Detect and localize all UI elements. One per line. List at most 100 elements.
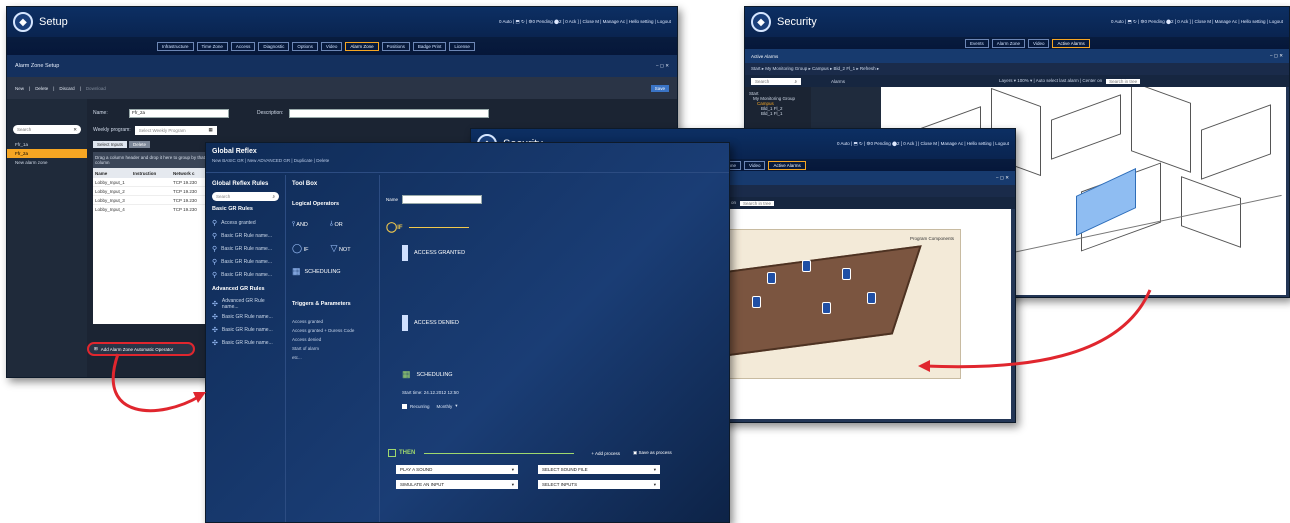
- nav-license[interactable]: License: [449, 41, 475, 51]
- rules-search-input[interactable]: Search ⌕: [212, 192, 279, 201]
- weekly-program-select[interactable]: Select Weekly Program ▦: [134, 125, 217, 135]
- tab-delete[interactable]: Delete: [129, 141, 151, 148]
- rule-item[interactable]: ✣ Basic GR Rule name...: [212, 310, 279, 323]
- nav-diagnostic[interactable]: Diagnostic: [258, 41, 290, 51]
- recurring-option[interactable]: Recurring Monthly ▾: [402, 403, 725, 409]
- setup-status-bar[interactable]: 0 Auto | ⬒ ↻ | ⚙0 Pending ⬤2 [ 0 Ack ] |…: [499, 7, 671, 37]
- name-field[interactable]: Ffr_2a: [129, 108, 229, 118]
- window-controls-icon[interactable]: – ▢ ✕: [1270, 53, 1283, 59]
- list-item[interactable]: Ffr_1a: [7, 140, 87, 149]
- trigger-item[interactable]: Access granted + Duress Code: [292, 326, 373, 335]
- key-icon: ⚲: [212, 258, 218, 266]
- action-select[interactable]: SIMULATE AN INPUT ▾: [396, 480, 518, 489]
- nav-video[interactable]: Video: [1028, 38, 1050, 48]
- nav-video[interactable]: Video: [744, 160, 766, 170]
- rule-name-field[interactable]: [402, 195, 483, 204]
- not-operator[interactable]: ▽ NOT: [331, 243, 351, 254]
- camera-marker-icon[interactable]: [822, 302, 831, 314]
- col-name[interactable]: Name: [93, 171, 133, 176]
- camera-marker-icon[interactable]: [802, 260, 811, 272]
- access-denied-block[interactable]: ACCESS DENIED: [402, 315, 725, 331]
- rule-item[interactable]: ⚲ Basic GR Rule name...: [212, 255, 279, 268]
- find-input[interactable]: Search in tree: [1106, 78, 1141, 84]
- door-marker-icon[interactable]: [867, 292, 876, 304]
- camera-marker-icon[interactable]: [767, 272, 776, 284]
- action-select[interactable]: PLAY A SOUND ▾: [396, 465, 518, 474]
- gr-toolbar[interactable]: New BASIC GR | New ADVANCED GR | Duplica…: [212, 158, 723, 163]
- table-row[interactable]: Lobby_Input_4 TCP 19.230: [93, 205, 211, 214]
- basic-rules-title: Basic GR Rules: [212, 206, 253, 212]
- breadcrumb[interactable]: Start ▸ My Monitoring Group ▸ Campus ▸ B…: [745, 63, 1289, 75]
- nav-positions[interactable]: Positions: [381, 41, 410, 51]
- window-controls-icon[interactable]: – ▢ ✕: [656, 63, 669, 69]
- chevron-down-icon: ▾: [455, 403, 458, 408]
- rule-item[interactable]: ⚲ Access granted: [212, 216, 279, 229]
- new-button[interactable]: New: [15, 86, 24, 91]
- door-marker-icon[interactable]: [842, 268, 851, 280]
- rule-item[interactable]: ⚲ Basic GR Rule name...: [212, 268, 279, 281]
- find-input[interactable]: Search in tree: [740, 200, 775, 206]
- download-button[interactable]: Download: [86, 86, 106, 91]
- list-item[interactable]: New alarm zone: [7, 158, 87, 167]
- window-controls-icon[interactable]: – ▢ ✕: [996, 175, 1009, 181]
- setup-toolbar: New | Delete | Discard | Download Save: [7, 77, 677, 99]
- zone-search-input[interactable]: Search ✕: [13, 125, 81, 134]
- add-operator-button[interactable]: ⊞ Add Alarm Zone Automatic Operator: [87, 342, 195, 356]
- list-item-selected[interactable]: Ffr_2a: [7, 149, 87, 158]
- scheduling-block[interactable]: ▦ SCHEDULING: [402, 369, 725, 380]
- rule-item[interactable]: ✣ Basic GR Rule name...: [212, 336, 279, 349]
- nav-active-alarms[interactable]: Active Alarms: [1052, 38, 1090, 48]
- table-row[interactable]: Lobby_Input_1 TCP 19.230: [93, 178, 211, 187]
- or-operator[interactable]: ⫰ OR: [330, 221, 343, 229]
- trigger-item[interactable]: Start of alarm: [292, 344, 373, 353]
- add-process-button[interactable]: + Add process: [591, 451, 620, 456]
- trigger-item[interactable]: Access granted: [292, 317, 373, 326]
- start-time[interactable]: Start time: 24.12.2012 12:50: [402, 390, 725, 395]
- rule-item[interactable]: ✣ Advanced GR Rule name...: [212, 297, 279, 310]
- access-granted-block[interactable]: ACCESS GRANTED: [402, 245, 725, 261]
- map-tools[interactable]: Layers ▾ 100% ▾ | Auto select last alarm…: [999, 78, 1102, 84]
- trigger-item[interactable]: etc...: [292, 353, 373, 362]
- nav-badge-print[interactable]: Badge Print: [412, 41, 447, 51]
- security-title: Security: [777, 16, 817, 28]
- nav-alarm-zone[interactable]: Alarm Zone: [991, 38, 1026, 48]
- inputs-select[interactable]: SELECT INPUTS ▾: [538, 480, 660, 489]
- col-instruction[interactable]: Instruction: [133, 171, 173, 176]
- rule-item[interactable]: ⚲ Basic GR Rule name...: [212, 242, 279, 255]
- nav-access[interactable]: Access: [230, 41, 256, 51]
- nav-time-zone[interactable]: Time Zone: [196, 41, 228, 51]
- tree-item[interactable]: Bld_1 Fl_1: [749, 111, 807, 116]
- nav-alarm-zone[interactable]: Alarm Zone: [345, 41, 379, 51]
- rule-item[interactable]: ✣ Basic GR Rule name...: [212, 323, 279, 336]
- save-process-button[interactable]: ▣ Save as process: [633, 450, 672, 456]
- calendar-icon: ▦: [402, 369, 411, 379]
- table-row[interactable]: Lobby_Input_2 TCP 19.230: [93, 187, 211, 196]
- trigger-item[interactable]: Access denied: [292, 335, 373, 344]
- nav-events[interactable]: Events: [965, 38, 989, 48]
- discard-button[interactable]: Discard: [59, 86, 74, 91]
- nav-active-alarms[interactable]: Active Alarms: [768, 160, 806, 170]
- security-status-bar[interactable]: 0 Auto | ⬒ ↻ | ⚙0 Pending ⬤2 [ 0 Ack ] |…: [837, 129, 1009, 159]
- scheduling-operator[interactable]: ▦ SCHEDULING: [292, 266, 373, 277]
- name-label: Name:: [93, 110, 108, 116]
- delete-button[interactable]: Delete: [35, 86, 48, 91]
- nav-options[interactable]: Options: [292, 41, 318, 51]
- sound-file-select[interactable]: SELECT SOUND FILE ▾: [538, 465, 660, 474]
- description-field[interactable]: [289, 108, 490, 118]
- tree-search-input[interactable]: Search⌕: [751, 77, 801, 85]
- nav-video[interactable]: Video: [320, 41, 343, 51]
- save-button[interactable]: Save: [650, 84, 669, 92]
- if-icon: ◯: [386, 222, 398, 233]
- security-status-bar[interactable]: 0 Auto | ⬒ ↻ | ⚙0 Pending ⬤2 [ 0 Ack ] |…: [1111, 7, 1283, 37]
- tab-select-inputs[interactable]: Select Inputs: [93, 141, 128, 148]
- rule-item[interactable]: ⚲ Basic GR Rule name...: [212, 229, 279, 242]
- security-nav: Events Alarm Zone Video Active Alarms: [745, 37, 1289, 49]
- and-operator[interactable]: ⫯ AND: [292, 221, 308, 229]
- door-open-icon: [402, 245, 408, 261]
- door-marker-icon[interactable]: [752, 296, 761, 308]
- table-row[interactable]: Lobby_Input_3 TCP 19.230: [93, 196, 211, 205]
- if-operator[interactable]: ◯ IF: [292, 243, 309, 254]
- nav-infrastructure[interactable]: Infrastructure: [157, 41, 194, 51]
- network-icon: ✣: [212, 300, 218, 308]
- if-block[interactable]: ◯ IF: [386, 222, 725, 233]
